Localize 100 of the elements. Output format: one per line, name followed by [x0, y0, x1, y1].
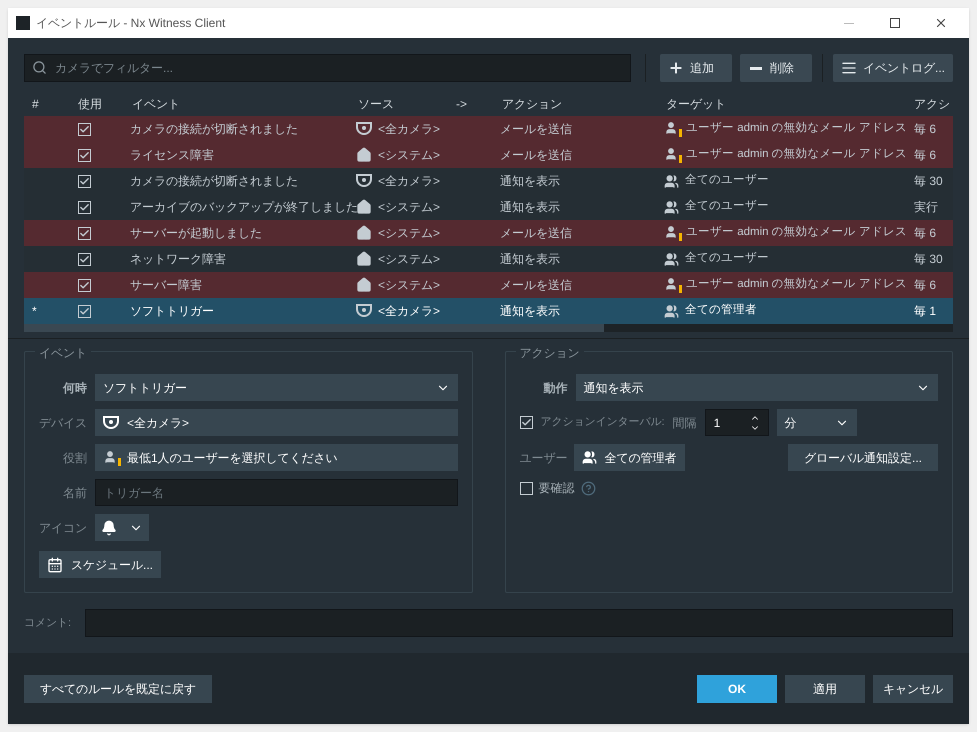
close-icon — [934, 16, 948, 30]
remove-button[interactable]: 削除 — [740, 54, 812, 82]
row-marker: * — [32, 304, 37, 318]
checkbox[interactable] — [78, 174, 91, 188]
event-cell-text: ネットワーク障害 — [130, 251, 227, 268]
reset-rules-button[interactable]: すべてのルールを既定に戻す — [24, 674, 212, 702]
users-icon — [664, 304, 679, 318]
action-cell-text: メールを送信 — [500, 121, 573, 138]
user-warning-icon — [103, 450, 119, 466]
column-header[interactable]: ターゲット — [664, 95, 912, 113]
target-cell-text: ユーザー admin の無効なメール アドレス — [686, 120, 907, 136]
rule-row[interactable]: ライセンス障害 <システム> メールを送信 ユーザー admin の無効なメール アドレス 毎 6 — [24, 142, 953, 168]
name-field[interactable]: トリガー名 — [95, 479, 458, 506]
target-cell-text: ユーザー admin の無効なメール アドレス — [686, 224, 907, 240]
minus-icon — [750, 66, 762, 70]
user-warning-icon — [664, 147, 680, 163]
camera-icon — [103, 416, 119, 430]
field-label: 役割 — [62, 450, 87, 466]
comment-field[interactable] — [85, 609, 953, 637]
table-cell-text: 毎 1 — [913, 303, 936, 320]
checkbox[interactable] — [78, 122, 91, 136]
camera-icon — [356, 304, 372, 318]
checkbox[interactable] — [520, 416, 532, 429]
table-cell-text: 実行 — [913, 199, 938, 216]
event-cell-text: サーバーが起動しました — [130, 225, 263, 242]
rule-row[interactable]: カメラの接続が切断されました <全カメラ> メールを送信 ユーザー admin の無効なメール アドレス 毎 6 — [24, 116, 953, 142]
action-cell-text: 通知を表示 — [500, 173, 561, 190]
users-selector[interactable]: 全ての管理者 — [574, 444, 684, 471]
event-cell-text: ライセンス障害 — [130, 147, 215, 164]
column-header[interactable]: アクシ — [912, 95, 952, 113]
dialog-button[interactable]: 適用 — [785, 674, 865, 702]
rule-row[interactable]: サーバー障害 <システム> メールを送信 ユーザー admin の無効なメール アドレス 毎 6 — [24, 272, 953, 298]
field-label: 名前 — [62, 484, 87, 502]
device-selector[interactable]: <全カメラ> — [95, 409, 458, 436]
rule-row[interactable]: * ソフトトリガー <全カメラ> 通知を表示 全ての管理者 毎 1 — [24, 298, 953, 324]
source-cell-text: <システム> — [378, 251, 440, 268]
users-icon — [664, 174, 679, 188]
global-notification-button[interactable]: グローバル通知設定... — [788, 444, 938, 471]
help-icon[interactable] — [580, 480, 596, 496]
rule-row[interactable]: アーカイブのバックアップが終了しました <システム> 通知を表示 全てのユーザー 実行 — [24, 194, 953, 220]
calendar-icon — [47, 556, 63, 572]
action-cell-text: 通知を表示 — [500, 251, 561, 268]
users-icon — [664, 252, 679, 266]
action-cell-text: 通知を表示 — [500, 303, 561, 320]
checkbox[interactable] — [78, 304, 91, 318]
source-cell-text: <システム> — [378, 199, 440, 216]
unit-dropdown[interactable]: 分 — [776, 409, 857, 436]
users-icon — [582, 450, 596, 465]
event-cell-text: カメラの接続が切断されました — [130, 121, 299, 138]
source-cell-text: <全カメラ> — [378, 303, 440, 320]
table-cell-text: 毎 6 — [913, 225, 936, 242]
target-cell-text: 全てのユーザー — [685, 198, 769, 214]
checkbox[interactable] — [78, 200, 91, 214]
checkbox[interactable] — [78, 278, 91, 292]
column-header[interactable]: ソース — [356, 95, 454, 113]
column-header[interactable]: 使用 — [64, 95, 130, 113]
rule-row[interactable]: カメラの接続が切断されました <全カメラ> 通知を表示 全てのユーザー 毎 30 — [24, 168, 953, 194]
event-log-button[interactable]: イベントログ... — [832, 54, 953, 82]
house-icon — [356, 251, 372, 267]
action-cell-text: メールを送信 — [500, 147, 573, 164]
target-cell-text: 全てのユーザー — [685, 172, 769, 188]
search-field[interactable]: カメラでフィルター... — [24, 54, 631, 82]
rule-row[interactable]: ネットワーク障害 <システム> 通知を表示 全てのユーザー 毎 30 — [24, 246, 953, 272]
checkbox[interactable] — [78, 252, 91, 266]
event-dropdown[interactable]: ソフトトリガー — [95, 374, 458, 401]
column-header[interactable]: -> — [454, 95, 500, 113]
dialog-button[interactable]: キャンセル — [873, 674, 953, 702]
scrollbar-thumb[interactable] — [24, 324, 604, 332]
target-cell-text: 全てのユーザー — [685, 250, 769, 266]
event-cell-text: カメラの接続が切断されました — [130, 173, 299, 190]
action-dropdown[interactable]: 通知を表示 — [576, 374, 938, 401]
field-label: 間隔 — [672, 414, 697, 432]
checkbox[interactable] — [78, 148, 91, 162]
icon-dropdown[interactable] — [95, 514, 149, 541]
interval-spinbox[interactable]: 1 — [704, 409, 769, 436]
house-icon — [356, 147, 372, 163]
bell-icon — [101, 520, 117, 536]
schedule-button[interactable]: スケジュール... — [39, 551, 162, 578]
action-cell-text: メールを送信 — [500, 225, 573, 242]
camera-icon — [356, 174, 372, 188]
field-label: アクションインターバル: — [540, 415, 665, 430]
users-icon — [664, 200, 679, 214]
event-cell-text: アーカイブのバックアップが終了しました — [130, 199, 356, 216]
column-header[interactable]: イベント — [130, 95, 356, 113]
role-selector[interactable]: 最低1人のユーザーを選択してください — [95, 444, 458, 471]
checkbox[interactable] — [78, 226, 91, 240]
window-title: イベントルール - Nx Witness Client — [36, 15, 226, 32]
target-cell-text: ユーザー admin の無効なメール アドレス — [686, 276, 907, 292]
field-label: アイコン — [39, 520, 87, 536]
column-header[interactable]: # — [24, 95, 64, 113]
checkbox-label: 要確認 — [538, 480, 574, 497]
field-label: デバイス — [39, 414, 87, 432]
checkbox[interactable] — [520, 482, 532, 494]
add-button[interactable]: 追加 — [660, 54, 732, 82]
rule-row[interactable]: サーバーが起動しました <システム> メールを送信 ユーザー admin の無効なメール アドレス 毎 6 — [24, 220, 953, 246]
field-label: 何時 — [62, 380, 87, 396]
house-icon — [356, 225, 372, 241]
table-cell-text: 毎 6 — [913, 277, 936, 294]
house-icon — [356, 199, 372, 215]
column-header[interactable]: アクション — [500, 95, 664, 113]
